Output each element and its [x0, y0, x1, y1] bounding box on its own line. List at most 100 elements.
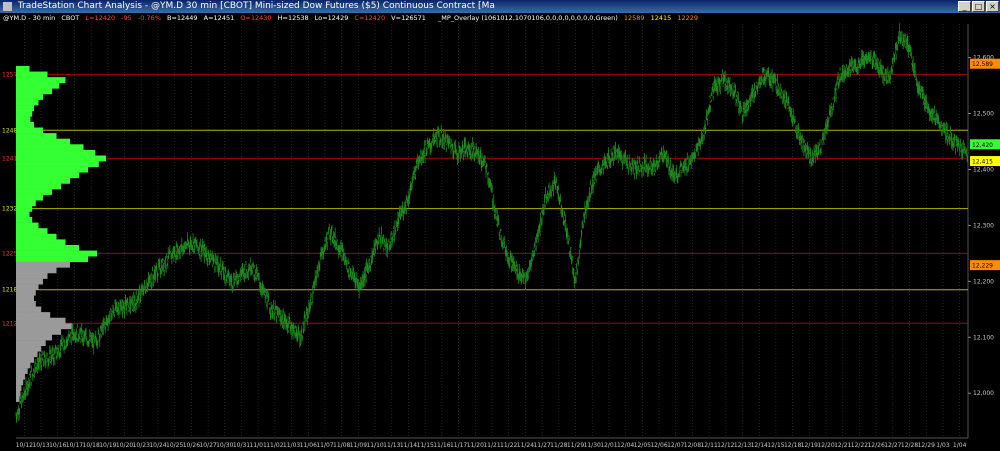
x-tick-label: 11/17: [450, 442, 467, 449]
profile-bar: [16, 295, 34, 302]
y-tick-label: 12,500: [973, 111, 994, 118]
x-tick-label: 11/29: [567, 442, 584, 449]
y-tick-label: 12,200: [973, 278, 994, 285]
profile-bar: [16, 390, 21, 397]
x-tick-label: 12/14: [751, 442, 768, 449]
profile-bar: [16, 379, 24, 386]
x-tick-label: 11/20: [467, 442, 484, 449]
x-tick-label: 10/30: [216, 442, 233, 449]
profile-bar: [16, 267, 57, 274]
x-tick-label: 12/01: [600, 442, 617, 449]
profile-bar: [16, 88, 52, 95]
profile-bar: [16, 82, 60, 89]
y-axis: 12,60012,50012,40012,30012,20012,10012,0…: [968, 55, 994, 397]
x-tick-label: 11/01: [250, 442, 267, 449]
profile-bar: [16, 351, 38, 358]
profile-bar: [16, 133, 57, 139]
x-tick-label: 12/21: [834, 442, 851, 449]
y-tick-label: 12,400: [973, 166, 994, 173]
x-axis: 10/12 10/13 10/16 10/17 10/18 10/19 10/20 10/23…: [16, 442, 967, 449]
x-tick-label: 12/06: [650, 442, 667, 449]
x-tick-label: 12/07: [667, 442, 684, 449]
profile-bar: [16, 116, 31, 123]
price-badge-label: 12,589: [972, 61, 993, 68]
profile-bar: [16, 65, 30, 72]
x-tick-label: 11/06: [300, 442, 317, 449]
profile-bar: [16, 250, 97, 257]
x-tick-label: 12/18: [784, 442, 801, 449]
x-tick-label: 12/29: [918, 442, 935, 449]
right-badges: 12,589 12,420 12,415 12,229: [970, 58, 1000, 271]
x-tick-label: 10/12: [16, 442, 33, 449]
y-tick-label: 12,100: [973, 334, 994, 341]
profile-bar: [16, 239, 66, 246]
x-tick-label: 10/18: [83, 442, 100, 449]
profile-bar: [16, 289, 36, 296]
x-tick-label: 10/31: [233, 442, 250, 449]
profile-bar: [16, 211, 30, 218]
profile-bar: [16, 328, 61, 335]
x-tick-label: 11/30: [584, 442, 601, 449]
x-tick-label: 11/13: [383, 442, 400, 449]
x-tick-label: 12/28: [901, 442, 918, 449]
x-tick-label: 12/22: [851, 442, 868, 449]
x-tick-label: 11/21: [483, 442, 500, 449]
x-tick-label: 10/13: [32, 442, 49, 449]
profile-bar: [16, 362, 31, 369]
chart-grid: [16, 24, 969, 439]
profile-bar: [16, 261, 70, 268]
profile-bar: [16, 217, 33, 223]
x-tick-label: 11/22: [500, 442, 517, 449]
x-tick-label: 12/26: [867, 442, 884, 449]
profile-bar: [16, 278, 43, 285]
price-badge-label: 12,229: [972, 263, 993, 270]
profile-bar: [16, 317, 66, 324]
x-tick-label: 12/04: [617, 442, 634, 449]
x-tick-label: 11/08: [333, 442, 350, 449]
x-tick-label: 12/15: [767, 442, 784, 449]
price-chart[interactable]: 12578124821241812326122511218312126 12,6…: [0, 0, 1000, 451]
x-tick-label: 10/27: [199, 442, 216, 449]
x-tick-label: 11/02: [266, 442, 283, 449]
x-tick-label: 1/04: [953, 442, 967, 449]
profile-bar: [16, 312, 51, 319]
price-badge-label: 12,415: [972, 159, 993, 166]
x-tick-label: 11/03: [283, 442, 300, 449]
profile-bar: [16, 183, 61, 190]
profile-bar: [16, 99, 39, 106]
profile-bar: [16, 166, 88, 173]
x-tick-label: 10/25: [166, 442, 183, 449]
profile-bar: [16, 272, 48, 279]
x-tick-label: 11/28: [550, 442, 567, 449]
x-tick-label: 11/07: [316, 442, 333, 449]
profile-bar: [16, 233, 57, 240]
x-tick-label: 12/20: [817, 442, 834, 449]
market-profile-histogram: [16, 65, 106, 402]
profile-bar: [16, 373, 25, 380]
x-tick-label: 12/19: [801, 442, 818, 449]
profile-bar: [16, 71, 48, 78]
x-tick-label: 10/26: [183, 442, 200, 449]
profile-bar: [16, 177, 70, 184]
profile-bar: [16, 244, 79, 251]
x-tick-label: 12/27: [884, 442, 901, 449]
x-tick-label: 10/20: [116, 442, 133, 449]
x-tick-label: 12/08: [684, 442, 701, 449]
x-tick-label: 11/16: [433, 442, 450, 449]
profile-bar: [16, 127, 43, 134]
profile-bar: [16, 340, 46, 346]
profile-bar: [16, 194, 43, 201]
x-tick-label: 12/12: [717, 442, 734, 449]
profile-bar: [16, 121, 34, 128]
y-tick-label: 12,000: [973, 390, 994, 397]
profile-bar: [16, 155, 106, 162]
profile-bar: [16, 368, 28, 374]
profile-bar: [16, 138, 70, 145]
y-tick-label: 12,300: [973, 222, 994, 229]
profile-bar: [16, 300, 36, 307]
price-badge-label: 12,420: [972, 142, 993, 149]
x-tick-label: 10/16: [49, 442, 66, 449]
x-tick-label: 11/10: [366, 442, 383, 449]
profile-bar: [16, 256, 88, 263]
x-tick-label: 11/15: [417, 442, 434, 449]
